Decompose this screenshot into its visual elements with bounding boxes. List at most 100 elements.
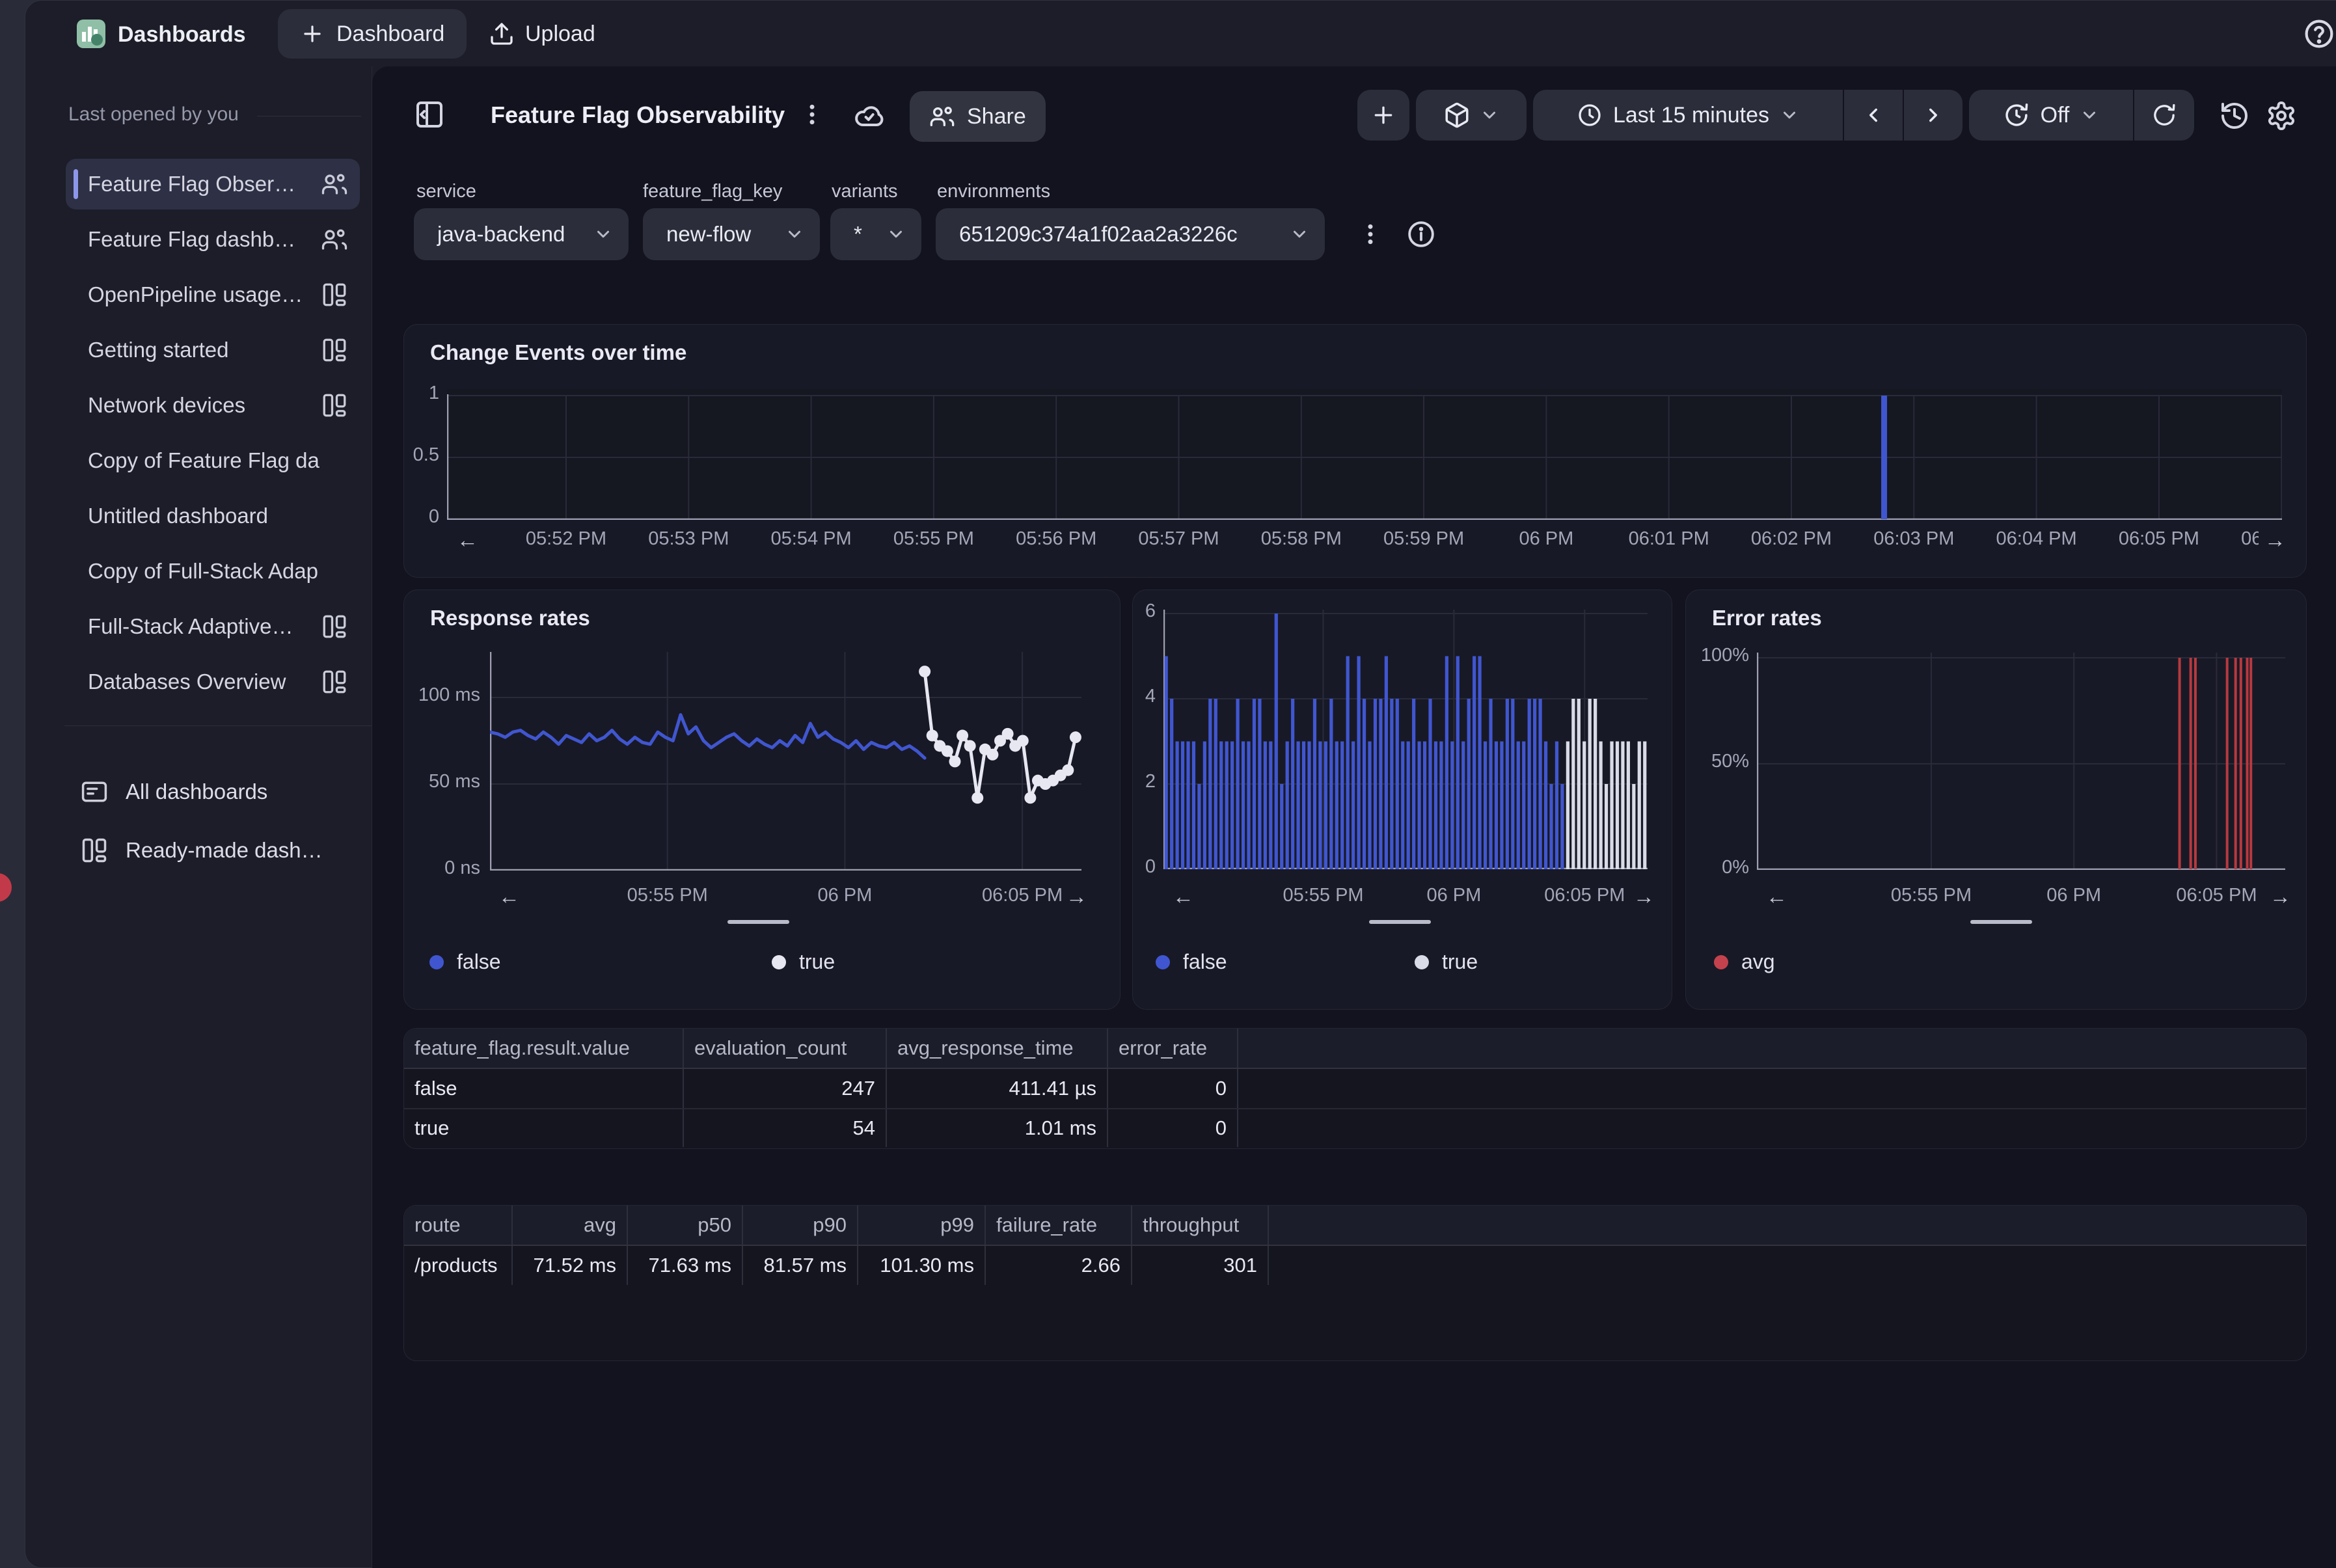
chevron-down-icon (1780, 105, 1799, 125)
legend-item-false[interactable]: false (1156, 950, 1227, 974)
sidebar-item-label: Ready-made dash… (126, 838, 323, 863)
chevron-down-icon (2080, 105, 2099, 125)
x-axis-tick-label: 05:52 PM (504, 528, 628, 550)
filter-feature-flag-key-dropdown[interactable]: new-flow (643, 208, 820, 260)
legend-item-false[interactable]: false (429, 950, 501, 974)
sidebar-item[interactable]: Network devices (66, 380, 360, 431)
sidebar-item-ready-made-dash-[interactable]: Ready-made dash… (66, 824, 360, 876)
response-rates-chart[interactable] (490, 652, 1081, 871)
pan-right-arrow[interactable]: → (1063, 884, 1090, 910)
x-axis-tick-label: 05:55 PM (1262, 885, 1385, 906)
pan-right-arrow[interactable]: → (1631, 884, 1657, 910)
x-axis-tick-label: 05:53 PM (627, 528, 750, 550)
column-header[interactable]: avg (513, 1206, 628, 1245)
column-header[interactable]: avg_response_time (887, 1029, 1108, 1068)
table-cell: true (404, 1109, 684, 1147)
table-cell: 101.30 ms (858, 1246, 986, 1285)
pan-left-arrow[interactable]: ← (1763, 884, 1790, 910)
kebab-menu-icon (799, 101, 825, 128)
history-button[interactable] (2216, 98, 2253, 134)
legend-item-avg[interactable]: avg (1714, 950, 1775, 974)
filter-variants-dropdown[interactable]: * (830, 208, 921, 260)
chart-pager-indicator[interactable] (1970, 920, 2032, 924)
pan-right-arrow[interactable]: → (2267, 884, 2294, 910)
bar-chart-logo-icon (76, 19, 106, 49)
legend-item-true[interactable]: true (772, 950, 835, 974)
table-cell: 301 (1132, 1246, 1269, 1285)
settings-button[interactable] (2263, 98, 2300, 134)
help-icon (2303, 18, 2335, 50)
widget-type-dropdown[interactable] (1416, 90, 1527, 141)
selected-indicator (74, 169, 78, 199)
column-header[interactable]: p99 (858, 1206, 986, 1245)
sync-status-button[interactable] (852, 99, 886, 133)
x-axis-tick-label: 06 PM (1484, 528, 1608, 550)
filters-menu-button[interactable] (1353, 217, 1387, 251)
add-widget-button[interactable] (1357, 90, 1409, 141)
table-cell: false (404, 1069, 684, 1108)
dashboard-menu-button[interactable] (795, 98, 829, 131)
table-row[interactable]: /products71.52 ms71.63 ms81.57 ms101.30 … (404, 1246, 2306, 1285)
column-header[interactable]: failure_rate (986, 1206, 1132, 1245)
sidebar-item[interactable]: Databases Overview (66, 656, 360, 707)
collapse-sidebar-button[interactable] (410, 95, 449, 134)
column-header[interactable]: evaluation_count (684, 1029, 887, 1068)
filter-variants-value: * (854, 222, 862, 247)
sidebar-item[interactable]: Untitled dashboard (66, 491, 360, 541)
legend-label: avg (1741, 950, 1775, 974)
pan-left-arrow[interactable]: ← (496, 884, 523, 910)
sidebar-item-label: Copy of Full-Stack Adap… (88, 559, 321, 584)
screen: Dashboards Dashboard Upload Last opened … (0, 0, 2336, 1568)
filter-environments-dropdown[interactable]: 651209c374a1f02aa2a3226c (936, 208, 1325, 260)
evaluation-counts-chart[interactable] (1163, 610, 1648, 869)
x-axis-tick-label: 06:05 PM (1523, 885, 1646, 906)
pan-left-arrow[interactable]: ← (454, 527, 481, 553)
table-row[interactable]: false247411.41 µs0 (404, 1069, 2306, 1108)
sidebar-item[interactable]: Copy of Feature Flag da… (66, 435, 360, 486)
legend-item-true[interactable]: true (1415, 950, 1478, 974)
change-events-chart[interactable] (447, 389, 2282, 520)
x-axis-labels: 05:55 PM 06 PM 06:05 PM (1163, 885, 1648, 912)
routes-table: routeavgp50p90p99failure_ratethroughput/… (403, 1205, 2307, 1361)
y-axis-tick-label: 4 (1104, 686, 1156, 707)
grid-icon (321, 336, 348, 364)
column-header[interactable]: route (404, 1206, 513, 1245)
x-axis-tick-label: 06 PM (2012, 885, 2136, 906)
x-axis-tick-label: 06 PM (1392, 885, 1515, 906)
sidebar-item-all-dashboards[interactable]: All dashboards (66, 766, 360, 818)
column-header[interactable]: throughput (1132, 1206, 1269, 1245)
column-header[interactable]: p90 (743, 1206, 858, 1245)
time-range-dropdown[interactable]: Last 15 minutes (1533, 90, 1843, 141)
y-axis-tick-label: 0 ns (383, 858, 480, 879)
sidebar-item[interactable]: OpenPipeline usage… (66, 269, 360, 320)
table-row[interactable]: true541.01 ms0 (404, 1108, 2306, 1147)
share-button[interactable]: Share (910, 91, 1046, 142)
legend-label: true (1442, 950, 1478, 974)
sidebar-item[interactable]: Feature Flag dashb… (66, 214, 360, 265)
filters-info-button[interactable] (1404, 217, 1438, 251)
upload-button[interactable]: Upload (489, 9, 595, 59)
sidebar-item[interactable]: Getting started (66, 325, 360, 375)
time-forward-button[interactable] (1903, 90, 1963, 141)
feature-flag-summary-table: feature_flag.result.valueevaluation_coun… (403, 1028, 2307, 1149)
chart-pager-indicator[interactable] (727, 920, 789, 924)
column-header[interactable]: feature_flag.result.value (404, 1029, 684, 1068)
sidebar-item[interactable]: Copy of Full-Stack Adap… (66, 546, 360, 597)
error-rates-chart[interactable] (1757, 653, 2285, 870)
filter-service-dropdown[interactable]: java-backend (414, 208, 629, 260)
column-header[interactable]: p50 (628, 1206, 743, 1245)
filter-service-value: java-backend (437, 222, 565, 247)
chart-pager-indicator[interactable] (1369, 920, 1431, 924)
new-dashboard-button[interactable]: Dashboard (278, 9, 467, 59)
pan-right-arrow[interactable]: → (2262, 527, 2288, 553)
auto-refresh-dropdown[interactable]: Off (1969, 90, 2133, 141)
pan-left-arrow[interactable]: ← (1170, 884, 1197, 910)
time-back-button[interactable] (1843, 90, 1903, 141)
refresh-button[interactable] (2133, 90, 2194, 141)
sidebar-item[interactable]: Feature Flag Obser… (66, 159, 360, 210)
column-header[interactable]: error_rate (1108, 1029, 1238, 1068)
y-axis-tick-label: 1 (381, 383, 439, 404)
help-button[interactable] (2303, 18, 2335, 50)
x-axis-tick-label: 05:58 PM (1240, 528, 1363, 550)
sidebar-item[interactable]: Full-Stack Adaptive… (66, 601, 360, 652)
